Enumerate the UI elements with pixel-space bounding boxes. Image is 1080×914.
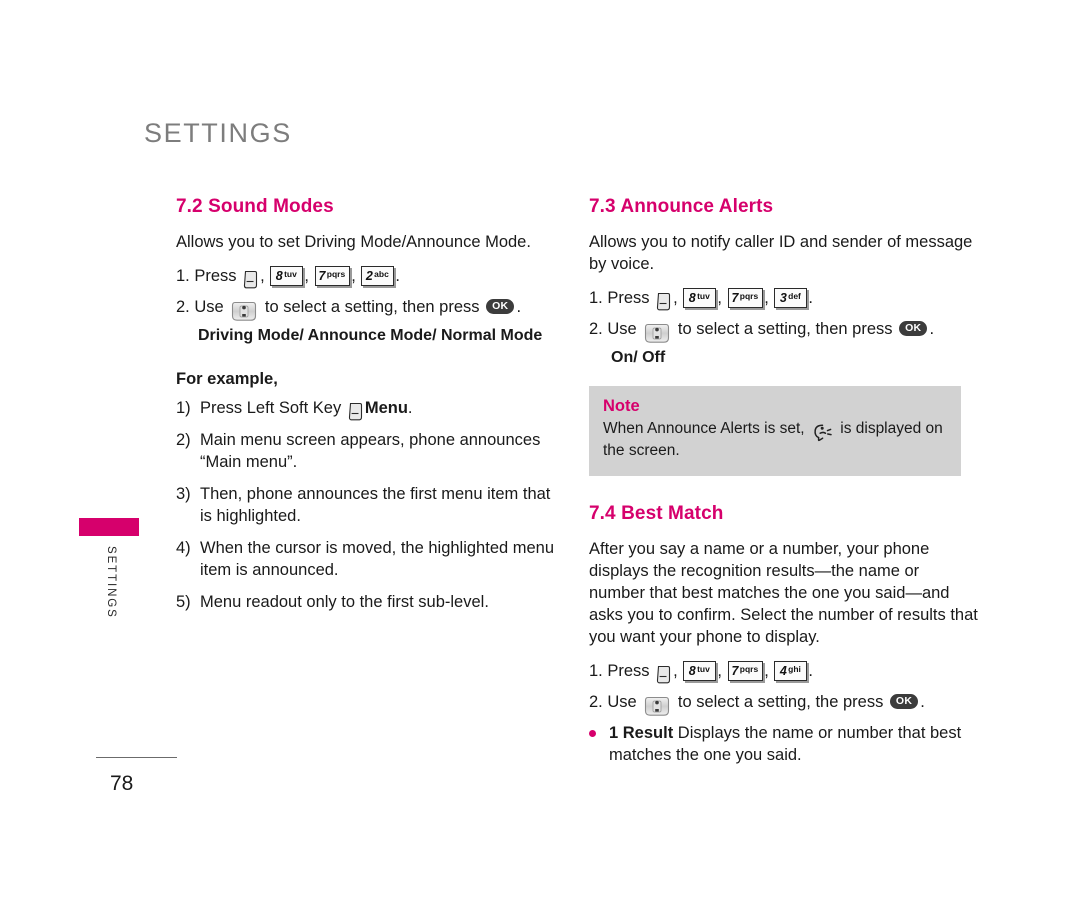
step-2-middle: to select a setting, then press bbox=[264, 298, 480, 316]
step-1-comma-1: , bbox=[260, 267, 265, 285]
list-text: Press Left Soft Key Menu. bbox=[200, 397, 566, 421]
step-1-prefix: 1. Press bbox=[589, 289, 650, 307]
step-1-comma-2: , bbox=[304, 267, 309, 285]
for-example-list: 1) Press Left Soft Key Menu. 2) Main men… bbox=[176, 397, 566, 613]
left-column: 7.2 Sound Modes Allows you to set Drivin… bbox=[176, 196, 566, 623]
left-soft-key-icon bbox=[656, 665, 671, 684]
announce-alerts-step-2: 2. Use to select a setting, then press O… bbox=[589, 315, 979, 343]
list-marker: 1) bbox=[176, 399, 191, 417]
step-2-prefix: 2. Use bbox=[176, 298, 224, 316]
step-1-comma-3: , bbox=[351, 267, 356, 285]
note-text: When Announce Alerts is set, is displaye… bbox=[603, 420, 943, 459]
step-1-period: . bbox=[808, 662, 813, 680]
keypad-key-8: 8 tuv bbox=[683, 660, 717, 681]
page-number-rule bbox=[96, 757, 177, 758]
bullet-icon bbox=[589, 722, 609, 766]
left-soft-key-icon bbox=[243, 270, 258, 289]
list-item: 1) Press Left Soft Key Menu. bbox=[176, 397, 566, 421]
example-1-bold: Menu bbox=[364, 399, 408, 417]
list-marker: 2) bbox=[176, 431, 191, 449]
list-item: 2) Main menu screen appears, phone annou… bbox=[176, 429, 566, 473]
keypad-key-7: 7 pqrs bbox=[314, 265, 351, 286]
list-item: 1 Result Displays the name or number tha… bbox=[589, 722, 979, 766]
step-2-middle: to select a setting, then press bbox=[677, 320, 893, 338]
step-1-comma-2: , bbox=[717, 289, 722, 307]
sound-modes-options: Driving Mode/ Announce Mode/ Normal Mode bbox=[198, 327, 543, 344]
section-heading-sound-modes: 7.2 Sound Modes bbox=[176, 196, 334, 217]
step-1-comma-2: , bbox=[717, 662, 722, 680]
left-soft-key-icon bbox=[348, 402, 363, 421]
left-soft-key-icon bbox=[656, 292, 671, 311]
list-text: Menu readout only to the first sub-level… bbox=[200, 593, 489, 611]
navigation-key-icon bbox=[231, 301, 257, 322]
list-text: 1 Result Displays the name or number tha… bbox=[609, 722, 979, 766]
step-2-period: . bbox=[920, 693, 925, 711]
best-match-intro: After you say a name or a number, your p… bbox=[589, 540, 978, 646]
list-item: 5) Menu readout only to the first sub-le… bbox=[176, 591, 566, 613]
step-1-comma-3: , bbox=[764, 289, 769, 307]
page-number: 78 bbox=[110, 772, 134, 795]
sound-modes-intro: Allows you to set Driving Mode/Announce … bbox=[176, 233, 531, 251]
step-2-prefix: 2. Use bbox=[589, 320, 637, 338]
list-marker: 4) bbox=[176, 539, 191, 557]
note-title: Note bbox=[603, 397, 640, 415]
list-marker: 3) bbox=[176, 485, 191, 503]
list-text: When the cursor is moved, the highlighte… bbox=[200, 539, 555, 579]
keypad-key-7: 7 pqrs bbox=[727, 660, 764, 681]
sound-modes-step-2: 2. Use to select a setting, then press O… bbox=[176, 293, 566, 321]
navigation-key-icon bbox=[644, 696, 670, 717]
sound-modes-step-1: 1. Press , 8 tuv, 7 pqrs, 2 abc. bbox=[176, 262, 566, 290]
section-heading-best-match: 7.4 Best Match bbox=[589, 503, 724, 524]
step-1-prefix: 1. Press bbox=[589, 662, 650, 680]
ok-key-icon: OK bbox=[899, 321, 928, 337]
for-example-label: For example, bbox=[176, 370, 278, 388]
step-2-period: . bbox=[516, 298, 522, 316]
announce-alerts-step-1: 1. Press , 8 tuv, 7 pqrs, 3 def. bbox=[589, 284, 979, 312]
announce-alerts-options: On/ Off bbox=[611, 349, 666, 366]
step-1-period: . bbox=[395, 267, 400, 285]
step-2-prefix: 2. Use bbox=[589, 693, 637, 711]
list-text: Main menu screen appears, phone announce… bbox=[200, 431, 541, 471]
note-text-before: When Announce Alerts is set, bbox=[603, 420, 805, 437]
announce-alerts-icon bbox=[812, 423, 833, 442]
example-1-text: Press Left Soft Key bbox=[200, 399, 342, 417]
ok-key-icon: OK bbox=[486, 299, 515, 315]
best-match-step-1: 1. Press , 8 tuv, 7 pqrs, 4 ghi. bbox=[589, 657, 979, 685]
right-column: 7.3 Announce Alerts Allows you to notify… bbox=[589, 196, 979, 770]
ok-key-icon: OK bbox=[889, 694, 919, 710]
keypad-key-7: 7 pqrs bbox=[727, 287, 764, 308]
announce-alerts-intro: Allows you to notify caller ID and sende… bbox=[589, 233, 973, 273]
navigation-key-icon bbox=[644, 323, 670, 344]
example-1-period: . bbox=[407, 399, 413, 417]
step-1-comma-1: , bbox=[673, 662, 678, 680]
step-2-middle: to select a setting, the press bbox=[677, 693, 884, 711]
best-match-step-2: 2. Use to select a setting, the press OK… bbox=[589, 688, 979, 716]
step-1-period: . bbox=[808, 289, 813, 307]
note-box: Note When Announce Alerts is set, is dis… bbox=[589, 386, 961, 476]
best-match-results-list: 1 Result Displays the name or number tha… bbox=[589, 722, 979, 766]
keypad-key-8: 8 tuv bbox=[270, 265, 304, 286]
list-item: 3) Then, phone announces the first menu … bbox=[176, 483, 566, 527]
keypad-key-3: 3 def bbox=[774, 287, 808, 308]
list-item: 4) When the cursor is moved, the highlig… bbox=[176, 537, 566, 581]
chapter-color-tab bbox=[79, 518, 139, 536]
keypad-key-4: 4 ghi bbox=[774, 660, 808, 681]
section-heading-announce-alerts: 7.3 Announce Alerts bbox=[589, 196, 774, 217]
step-1-comma-3: , bbox=[764, 662, 769, 680]
step-2-period: . bbox=[929, 320, 935, 338]
bullet-label: 1 Result bbox=[609, 724, 674, 742]
vertical-chapter-label: SETTINGS bbox=[105, 546, 117, 619]
step-1-prefix: 1. Press bbox=[176, 267, 237, 285]
list-marker: 5) bbox=[176, 593, 191, 611]
step-1-comma-1: , bbox=[673, 289, 678, 307]
manual-page: SETTINGS SETTINGS 78 7.2 Sound Modes All… bbox=[0, 0, 1080, 914]
page-title: SETTINGS bbox=[144, 118, 292, 148]
list-text: Then, phone announces the first menu ite… bbox=[200, 485, 551, 525]
keypad-key-8: 8 tuv bbox=[683, 287, 717, 308]
keypad-key-2: 2 abc bbox=[361, 265, 395, 286]
